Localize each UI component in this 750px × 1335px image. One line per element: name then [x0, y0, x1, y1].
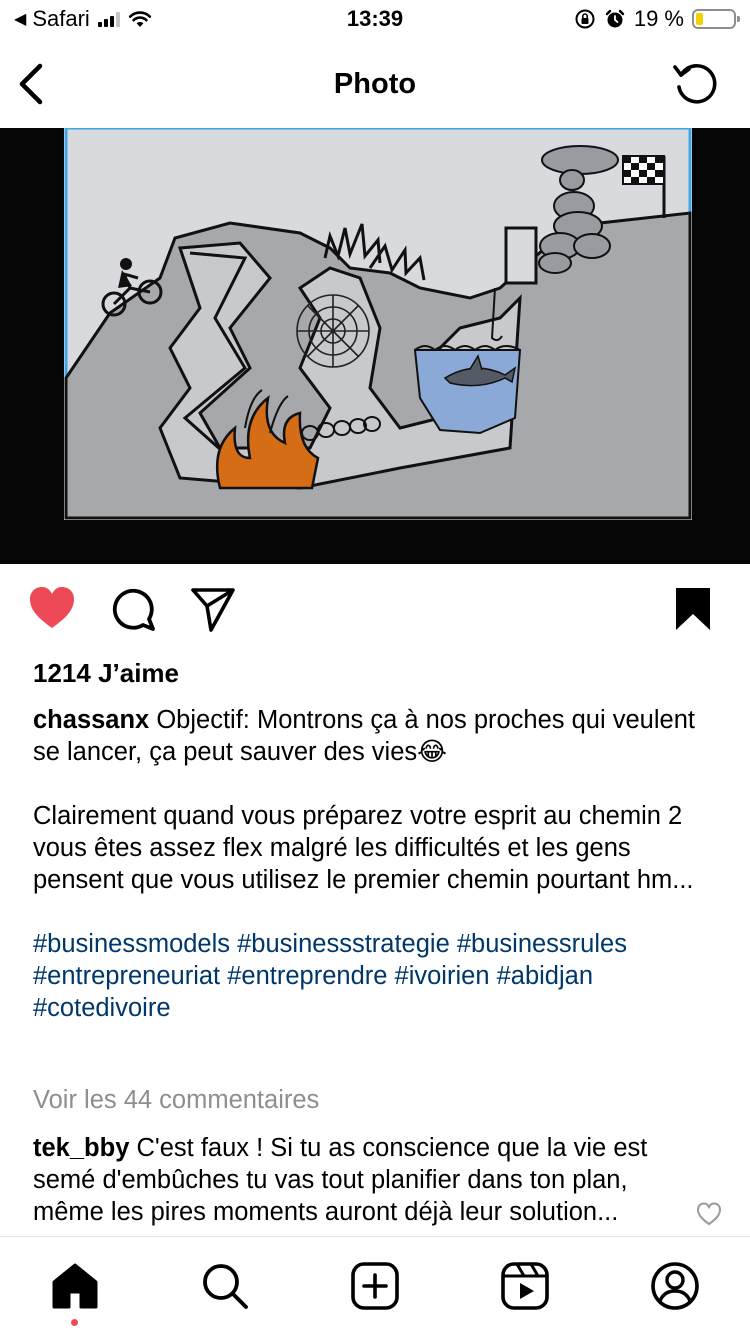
hashtag-link[interactable]: #abidjan: [497, 962, 593, 990]
likes-count[interactable]: 1214 J’aime: [33, 658, 179, 689]
tab-create[interactable]: [350, 1261, 400, 1311]
save-button[interactable]: [674, 586, 712, 637]
notification-dot: [71, 1319, 78, 1326]
tab-profile[interactable]: [650, 1261, 700, 1311]
comment-button[interactable]: [110, 586, 156, 637]
hashtag-list: #businessmodels #businessstrategie #busi…: [33, 928, 723, 1024]
post-caption: chassanx Objectif: Montrons ça à nos pro…: [33, 704, 723, 1024]
home-icon: [52, 1263, 98, 1309]
view-comments-link[interactable]: Voir les 44 commentaires: [33, 1086, 319, 1115]
comment-like-button[interactable]: [696, 1202, 722, 1226]
share-button[interactable]: [190, 586, 236, 637]
heart-outline-icon: [696, 1202, 722, 1226]
battery-percent: 19 %: [633, 6, 684, 31]
tab-reels[interactable]: [500, 1261, 550, 1311]
refresh-icon: [673, 64, 717, 104]
battery-level: [696, 13, 703, 25]
path-illustration: [64, 128, 692, 520]
reels-icon: [501, 1262, 549, 1310]
refresh-button[interactable]: [670, 58, 720, 108]
comment-username[interactable]: tek_bby: [33, 1134, 129, 1162]
hashtag-link[interactable]: #businessrules: [457, 930, 627, 958]
profile-icon: [651, 1262, 699, 1310]
comment-preview: tek_bby C'est faux ! Si tu as conscience…: [33, 1132, 683, 1234]
heart-filled-icon: [30, 587, 74, 628]
hashtag-link[interactable]: #ivoirien: [395, 962, 490, 990]
status-bar: ◀ Safari 13:39 19 %: [0, 0, 750, 40]
bookmark-filled-icon: [676, 588, 710, 630]
hashtag-link[interactable]: #businessmodels: [33, 930, 230, 958]
page-title: Photo: [333, 68, 417, 100]
alarm-icon: [605, 9, 625, 28]
hashtag-link[interactable]: #cotedivoire: [33, 994, 171, 1022]
tab-home[interactable]: [50, 1261, 100, 1311]
status-right: 19 %: [574, 6, 740, 32]
nav-header: Photo: [0, 44, 750, 128]
like-button[interactable]: [28, 586, 76, 635]
post-image[interactable]: [0, 128, 750, 564]
search-icon: [203, 1264, 248, 1309]
add-post-icon: [351, 1262, 399, 1310]
bottom-tab-bar: [0, 1236, 750, 1335]
hashtag-link[interactable]: #businessstrategie: [237, 930, 450, 958]
post-actions: [0, 586, 750, 642]
hashtag-link[interactable]: #entreprendre: [227, 962, 387, 990]
send-icon: [191, 588, 235, 632]
hashtag-link[interactable]: #entrepreneuriat: [33, 962, 220, 990]
battery-icon: [692, 9, 740, 29]
author-username[interactable]: chassanx: [33, 706, 149, 734]
orientation-lock-icon: [575, 9, 595, 29]
tab-search[interactable]: [200, 1261, 250, 1311]
comment-icon: [112, 588, 155, 631]
caption-text-second: Clairement quand vous préparez votre esp…: [33, 802, 694, 894]
